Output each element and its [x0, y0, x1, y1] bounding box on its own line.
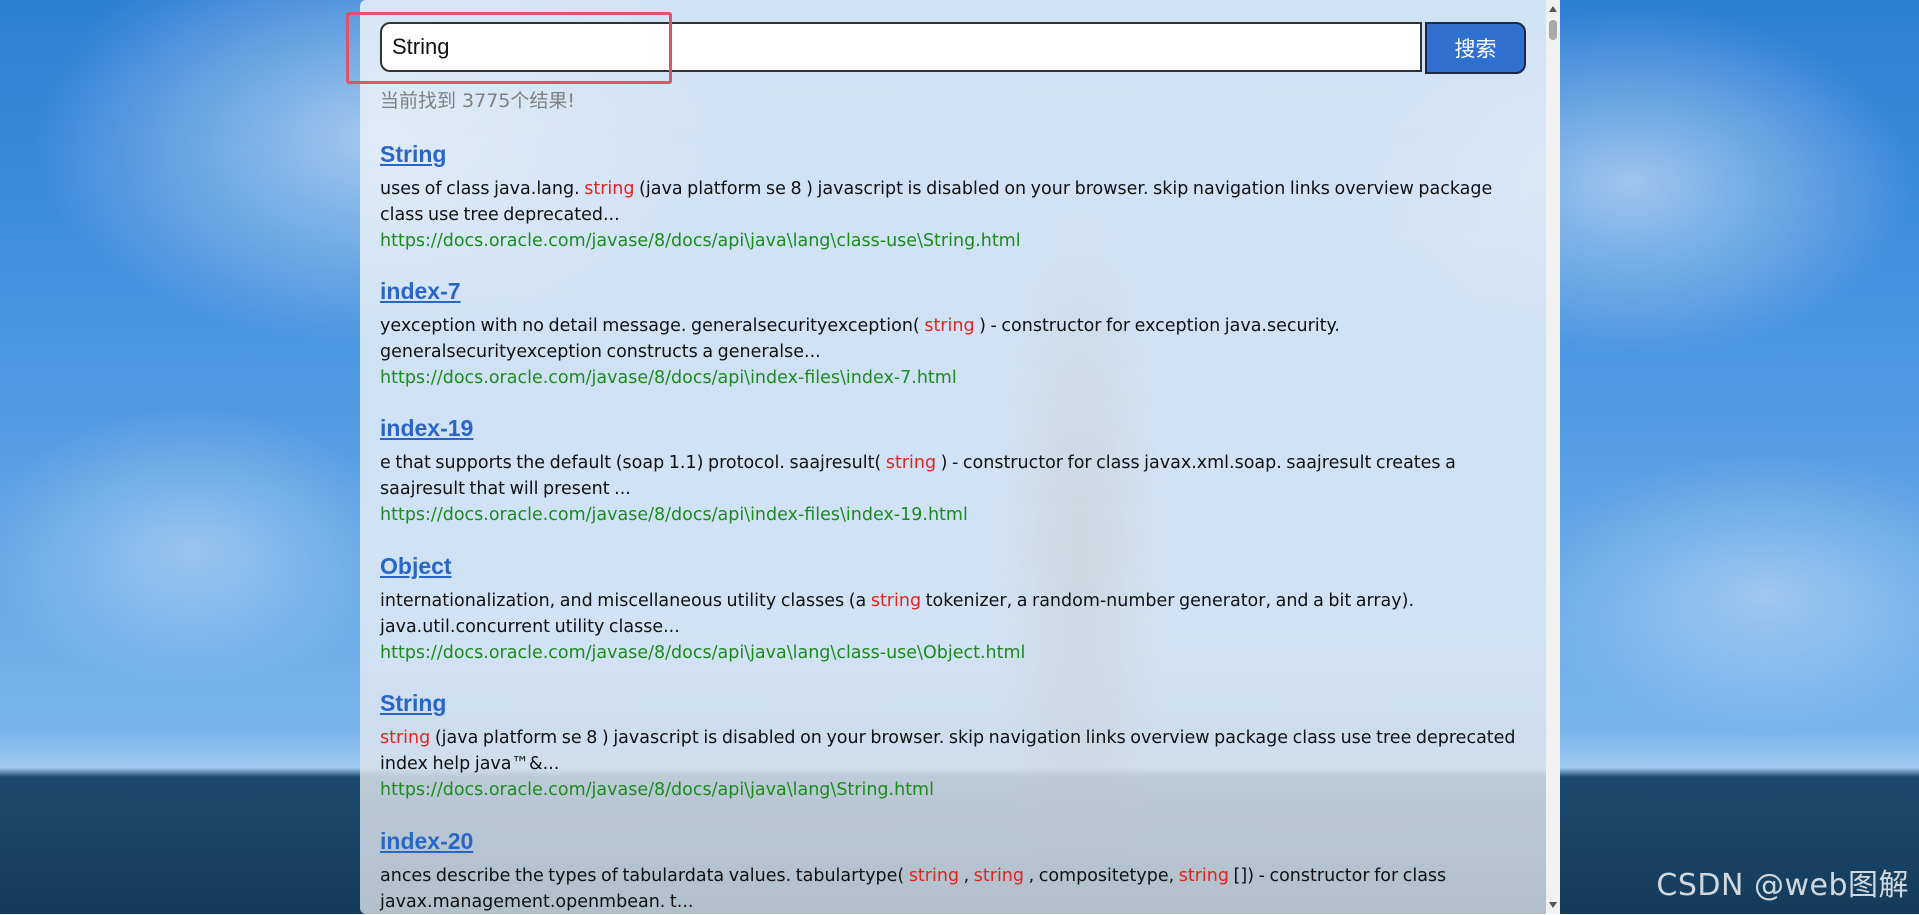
snippet-text: e that supports the default (soap 1.1) p… — [380, 453, 886, 473]
result-url[interactable]: https://docs.oracle.com/javase/8/docs/ap… — [380, 777, 1526, 803]
search-button[interactable]: 搜索 — [1425, 22, 1526, 74]
watermark: CSDN @web图解 — [1656, 860, 1909, 904]
snippet-text: , — [959, 866, 974, 886]
snippet-text: ances describe the types of tabulardata … — [380, 866, 909, 886]
annotation-highlight-box — [346, 12, 672, 84]
result-snippet: uses of class java.lang. string (java pl… — [380, 176, 1526, 228]
result-url[interactable]: https://docs.oracle.com/javase/8/docs/ap… — [380, 228, 1526, 254]
result-item: index-19 e that supports the default (soa… — [380, 414, 1526, 528]
snippet-text: (java platform se 8 ) javascript is disa… — [380, 728, 1516, 774]
result-title-link[interactable]: String — [380, 689, 1526, 717]
result-item: index-7 yexception with no detail message… — [380, 277, 1526, 391]
snippet-text: , compositetype, — [1024, 866, 1179, 886]
scroll-up-icon[interactable] — [1549, 6, 1557, 12]
result-title-link[interactable]: index-19 — [380, 414, 1526, 442]
result-url[interactable]: https://docs.oracle.com/javase/8/docs/ap… — [380, 365, 1526, 391]
snippet-text: uses of class java.lang. — [380, 179, 584, 199]
keyword-highlight: string — [886, 453, 936, 473]
result-snippet: e that supports the default (soap 1.1) p… — [380, 450, 1526, 502]
result-title-link[interactable]: index-7 — [380, 277, 1526, 305]
result-snippet: ances describe the types of tabulardata … — [380, 863, 1526, 915]
keyword-highlight: string — [924, 316, 974, 336]
result-snippet: yexception with no detail message. gener… — [380, 313, 1526, 365]
snippet-text: internationalization, and miscellaneous … — [380, 591, 871, 611]
result-item: index-20 ances describe the types of tabu… — [380, 827, 1526, 915]
result-item: Object internationalization, and miscella… — [380, 552, 1526, 666]
snippet-text: yexception with no detail message. gener… — [380, 316, 924, 336]
scroll-thumb[interactable] — [1549, 20, 1557, 40]
result-title-link[interactable]: String — [380, 140, 1526, 168]
keyword-highlight: string — [909, 866, 959, 886]
scroll-down-icon[interactable] — [1549, 902, 1557, 908]
result-url[interactable]: https://docs.oracle.com/javase/8/docs/ap… — [380, 640, 1526, 666]
result-title-link[interactable]: Object — [380, 552, 1526, 580]
result-item: String uses of class java.lang. string (j… — [380, 140, 1526, 254]
result-item: String string (java platform se 8 ) javas… — [380, 689, 1526, 803]
keyword-highlight: string — [871, 591, 921, 611]
keyword-highlight: string — [380, 728, 430, 748]
result-snippet: internationalization, and miscellaneous … — [380, 588, 1526, 640]
result-count: 当前找到 3775个结果! — [380, 86, 575, 113]
result-snippet: string (java platform se 8 ) javascript … — [380, 725, 1526, 777]
result-url[interactable]: https://docs.oracle.com/javase/8/docs/ap… — [380, 502, 1526, 528]
keyword-highlight: string — [974, 866, 1024, 886]
vertical-scrollbar[interactable] — [1546, 0, 1560, 914]
keyword-highlight: string — [1179, 866, 1229, 886]
result-title-link[interactable]: index-20 — [380, 827, 1526, 855]
keyword-highlight: string — [584, 179, 634, 199]
